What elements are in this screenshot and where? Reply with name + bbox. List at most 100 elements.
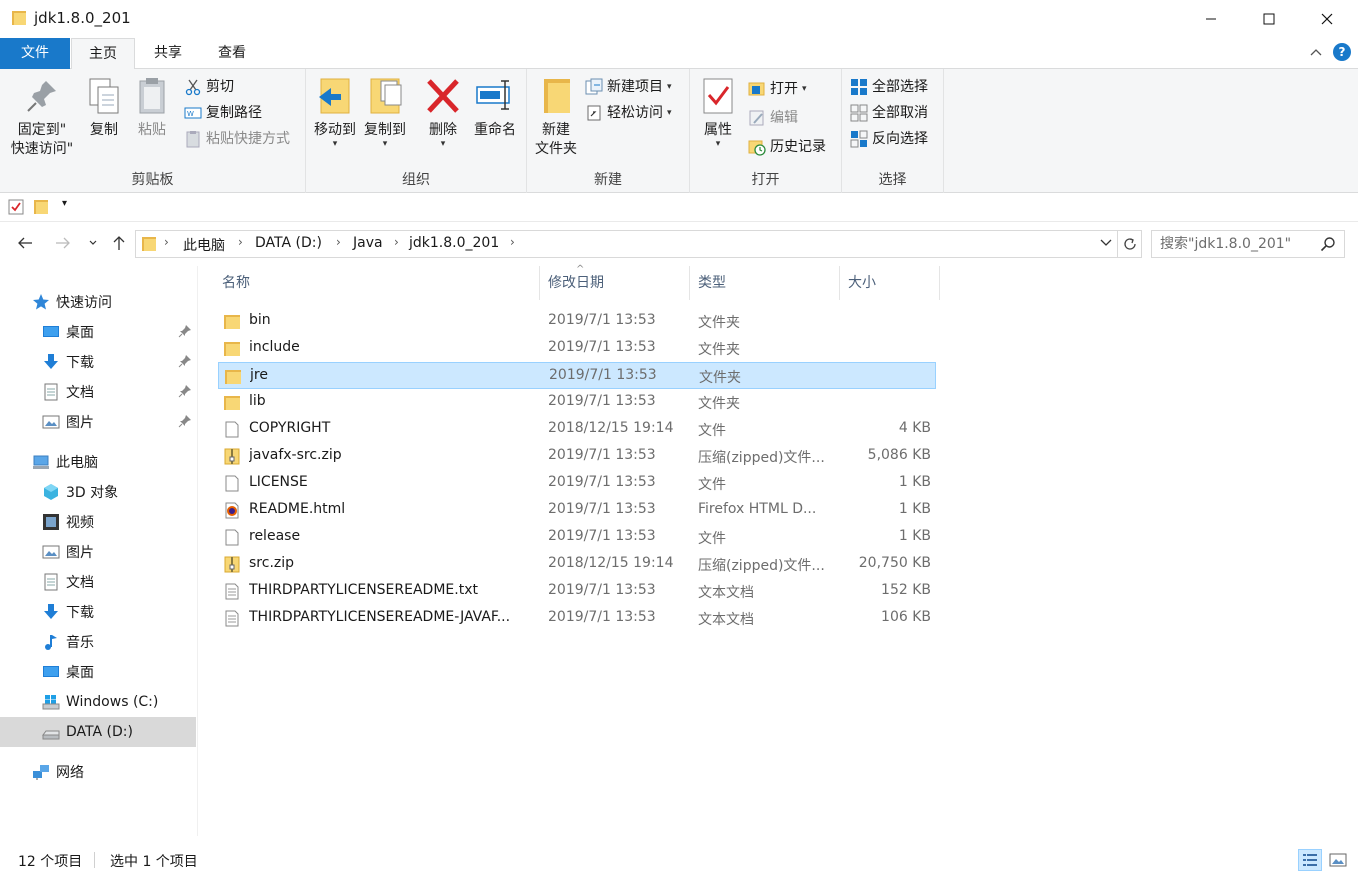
- pin-icon[interactable]: [178, 414, 192, 428]
- move-to-button[interactable]: 移动到 ▾: [312, 75, 358, 149]
- nav-network[interactable]: 网络: [0, 757, 196, 787]
- column-header-name[interactable]: 名称: [214, 266, 540, 300]
- forward-button[interactable]: [52, 232, 74, 254]
- large-icons-view-button[interactable]: [1326, 849, 1350, 871]
- breadcrumb-this-pc[interactable]: 此电脑: [183, 235, 225, 255]
- search-icon[interactable]: [1320, 236, 1336, 252]
- file-size: 20,750 KB: [858, 555, 931, 571]
- large-icons-view-icon: [1329, 853, 1347, 867]
- table-row[interactable]: lib 2019/7/1 13:53 文件夹: [218, 389, 936, 416]
- maximize-button[interactable]: [1240, 0, 1298, 38]
- invert-selection-button[interactable]: 反向选择: [850, 127, 928, 151]
- close-button[interactable]: [1298, 0, 1356, 38]
- tab-view[interactable]: 查看: [201, 38, 263, 69]
- select-all-button[interactable]: 全部选择: [850, 75, 928, 99]
- easy-access-button[interactable]: 轻松访问 ▾: [585, 101, 672, 125]
- pin-icon[interactable]: [178, 384, 192, 398]
- tab-file[interactable]: 文件: [0, 38, 70, 69]
- new-folder-button[interactable]: 新建 文件夹: [531, 75, 581, 159]
- pin-icon[interactable]: [178, 324, 192, 338]
- nav-quick-downloads[interactable]: 下载: [0, 347, 196, 377]
- properties-button[interactable]: 属性 ▾: [698, 75, 738, 149]
- recent-locations-button[interactable]: [82, 232, 104, 254]
- edit-button[interactable]: 编辑: [748, 106, 798, 130]
- breadcrumb-data-drive[interactable]: DATA (D:): [255, 235, 322, 251]
- nav-quick-documents[interactable]: 文档: [0, 377, 196, 407]
- chevron-down-icon: [89, 240, 97, 245]
- nav-3d-objects[interactable]: 3D 对象: [0, 477, 196, 507]
- column-header-date[interactable]: 修改日期: [540, 266, 690, 300]
- customize-toolbar-icon[interactable]: ▾: [62, 198, 67, 209]
- nav-network-label: 网络: [56, 765, 84, 781]
- table-row[interactable]: javafx-src.zip 2019/7/1 13:53 压缩(zipped)文件…: [218, 443, 936, 470]
- rename-button[interactable]: 重命名: [470, 75, 520, 140]
- column-header-size[interactable]: 大小: [840, 266, 940, 300]
- search-box[interactable]: [1151, 230, 1345, 258]
- properties-check-icon[interactable]: [8, 199, 24, 215]
- nav-pictures[interactable]: 图片: [0, 537, 196, 567]
- table-row[interactable]: src.zip 2018/12/15 19:14 压缩(zipped)文件... 20…: [218, 551, 936, 578]
- tab-home[interactable]: 主页: [71, 38, 135, 70]
- breadcrumb-java[interactable]: Java: [353, 235, 383, 251]
- open-button[interactable]: 打开 ▾: [748, 77, 807, 101]
- nav-quick-desktop[interactable]: 桌面: [0, 317, 196, 347]
- table-row[interactable]: THIRDPARTYLICENSEREADME.txt 2019/7/1 13:5…: [218, 578, 936, 605]
- tab-share[interactable]: 共享: [137, 38, 199, 69]
- zip-icon: [224, 448, 240, 465]
- table-row[interactable]: COPYRIGHT 2018/12/15 19:14 文件 4 KB: [218, 416, 936, 443]
- search-input[interactable]: [1160, 235, 1315, 253]
- column-header-type[interactable]: 类型: [690, 266, 840, 300]
- document-icon: [44, 573, 58, 591]
- chevron-right-icon[interactable]: ›: [336, 235, 341, 249]
- new-item-button[interactable]: 新建项目 ▾: [585, 75, 672, 99]
- new-folder-icon[interactable]: [34, 199, 48, 215]
- nav-quick-pictures[interactable]: 图片: [0, 407, 196, 437]
- breadcrumb-jdk[interactable]: jdk1.8.0_201: [409, 235, 499, 251]
- table-row[interactable]: THIRDPARTYLICENSEREADME-JAVAF... 2019/7/1…: [218, 605, 936, 632]
- nav-this-pc[interactable]: 此电脑: [0, 447, 196, 477]
- computer-icon: [33, 455, 49, 469]
- table-row[interactable]: LICENSE 2019/7/1 13:53 文件 1 KB: [218, 470, 936, 497]
- nav-desktop[interactable]: 桌面: [0, 657, 196, 687]
- copy-button[interactable]: 复制: [84, 75, 124, 140]
- table-row[interactable]: include 2019/7/1 13:53 文件夹: [218, 335, 936, 362]
- paste-shortcut-button[interactable]: 粘贴快捷方式: [184, 127, 290, 151]
- copy-path-button[interactable]: W 复制路径: [184, 101, 262, 125]
- chevron-up-icon[interactable]: [1308, 44, 1324, 60]
- file-size: 5,086 KB: [867, 447, 931, 463]
- up-button[interactable]: [108, 232, 130, 254]
- cut-button[interactable]: 剪切: [184, 75, 234, 99]
- table-row[interactable]: jre 2019/7/1 13:53 文件夹: [218, 362, 936, 389]
- pin-icon[interactable]: [178, 354, 192, 368]
- back-button[interactable]: [14, 232, 36, 254]
- chevron-right-icon[interactable]: ›: [394, 235, 399, 249]
- cube-3d-icon: [44, 484, 58, 500]
- chevron-right-icon[interactable]: ›: [164, 235, 169, 249]
- details-view-button[interactable]: [1298, 849, 1322, 871]
- copy-to-button[interactable]: 复制到 ▾: [362, 75, 408, 149]
- table-row[interactable]: README.html 2019/7/1 13:53 Firefox HTML D.…: [218, 497, 936, 524]
- address-bar[interactable]: › 此电脑 › DATA (D:) › Java › jdk1.8.0_201 …: [135, 230, 1118, 258]
- minimize-button[interactable]: [1182, 0, 1240, 38]
- nav-windows-c[interactable]: Windows (C:): [0, 687, 196, 717]
- nav-downloads[interactable]: 下载: [0, 597, 196, 627]
- delete-button[interactable]: 删除 ▾: [422, 75, 464, 149]
- close-icon: [1321, 13, 1333, 25]
- pin-to-quick-access-button[interactable]: 固定到" 快速访问": [8, 75, 76, 159]
- select-none-button[interactable]: 全部取消: [850, 101, 928, 125]
- nav-quick-access[interactable]: 快速访问: [0, 287, 196, 317]
- nav-documents[interactable]: 文档: [0, 567, 196, 597]
- chevron-down-icon[interactable]: [1099, 235, 1113, 249]
- history-button[interactable]: 历史记录: [748, 135, 826, 159]
- table-row[interactable]: bin 2019/7/1 13:53 文件夹: [218, 308, 936, 335]
- chevron-right-icon[interactable]: ›: [510, 235, 515, 249]
- help-icon[interactable]: ?: [1333, 43, 1351, 61]
- refresh-button[interactable]: [1118, 230, 1142, 258]
- nav-videos[interactable]: 视频: [0, 507, 196, 537]
- nav-data-d[interactable]: DATA (D:): [0, 717, 196, 747]
- pictures-icon: [42, 545, 60, 559]
- chevron-right-icon[interactable]: ›: [238, 235, 243, 249]
- paste-button[interactable]: 粘贴: [132, 75, 172, 140]
- table-row[interactable]: release 2019/7/1 13:53 文件 1 KB: [218, 524, 936, 551]
- nav-music[interactable]: 音乐: [0, 627, 196, 657]
